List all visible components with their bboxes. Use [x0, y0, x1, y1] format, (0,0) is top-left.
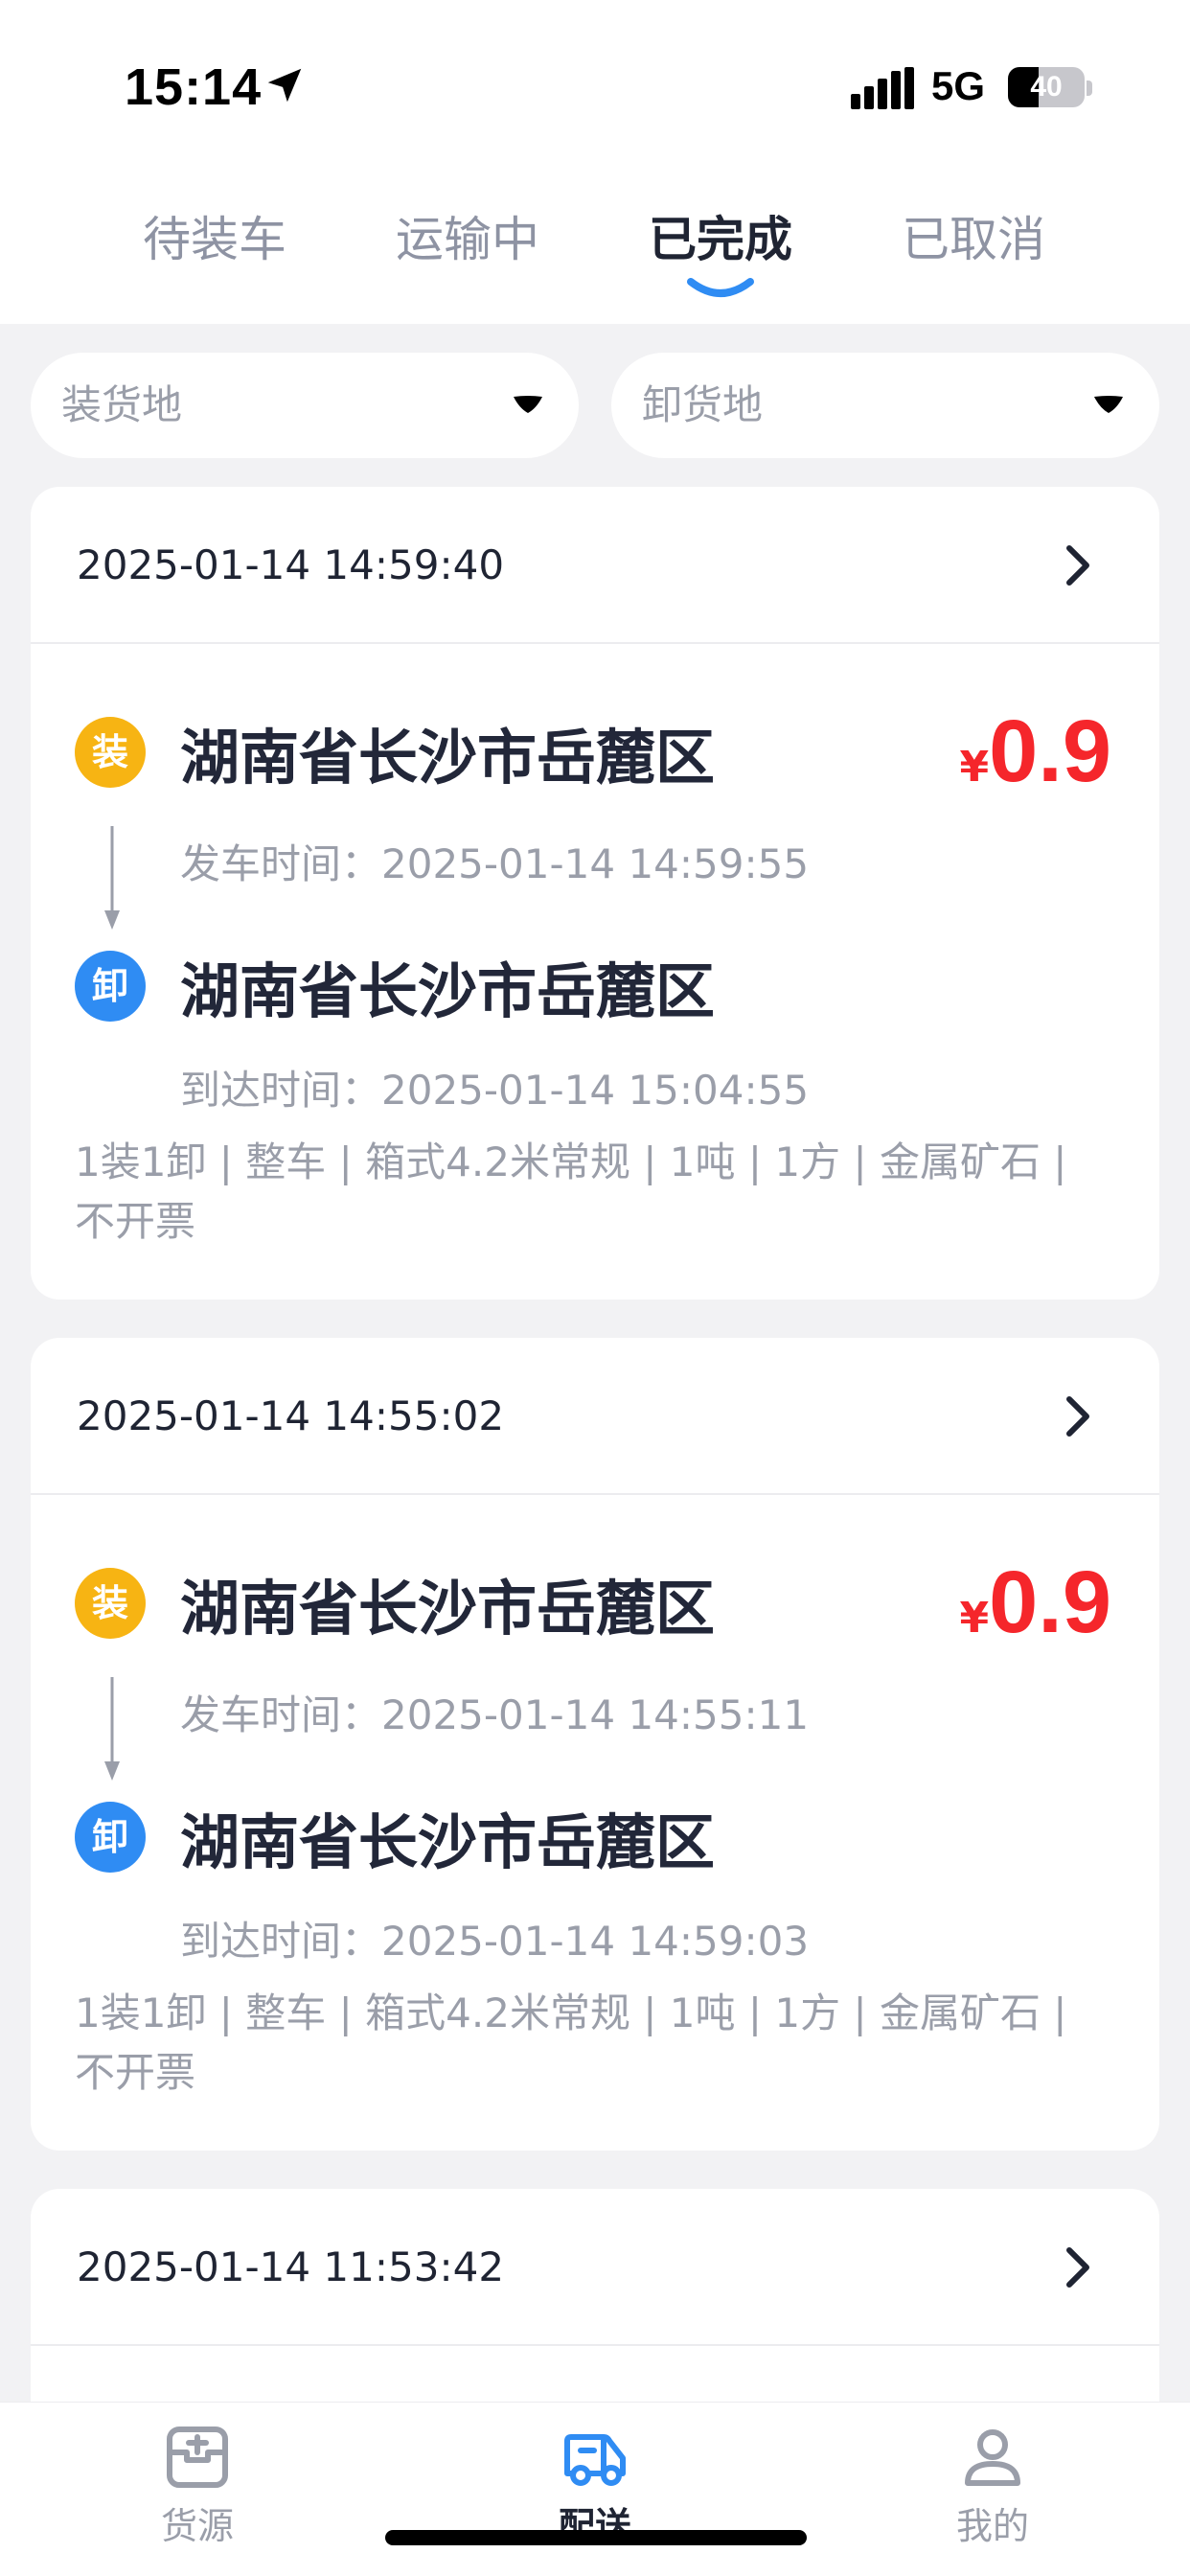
- price-value: 0.9: [989, 702, 1111, 800]
- tab-in-transit[interactable]: 运输中: [353, 201, 583, 270]
- unload-place: 湖南省长沙市岳麓区: [180, 1807, 716, 1877]
- arrive-time-label: 到达时间：: [180, 1918, 382, 1965]
- load-place-label: 装货地: [61, 381, 183, 428]
- currency-symbol: ¥: [959, 1594, 990, 1643]
- unload-badge: 卸: [75, 1802, 146, 1873]
- arrive-time-value: 2025-01-14 15:04:55: [381, 1067, 810, 1114]
- status-time: 15:14: [125, 58, 263, 116]
- caret-down-icon: [514, 396, 542, 413]
- order-card-body: 装 湖南省长沙市岳麓区 ¥0.9 发车时间：2025-01-14 14:59:5…: [31, 644, 1159, 1298]
- order-price: ¥0.9: [959, 1552, 1111, 1653]
- caret-down-icon: [1094, 396, 1123, 413]
- tab-completed[interactable]: 已完成: [606, 201, 835, 270]
- unload-place-filter[interactable]: 卸货地: [611, 353, 1159, 458]
- order-datetime: 2025-01-14 11:53:42: [77, 2243, 505, 2290]
- order-datetime: 2025-01-14 14:55:02: [77, 1392, 505, 1439]
- load-place: 湖南省长沙市岳麓区: [180, 723, 716, 793]
- arrive-time-value: 2025-01-14 14:59:03: [381, 1918, 810, 1965]
- order-card-header[interactable]: 2025-01-14 14:55:02: [31, 1338, 1159, 1495]
- signal-icon: [851, 67, 914, 109]
- location-arrow-icon: [267, 68, 302, 103]
- nav-label-profile: 我的: [955, 2505, 1029, 2547]
- order-datetime: 2025-01-14 14:59:40: [77, 541, 505, 588]
- chevron-right-icon[interactable]: [1064, 542, 1092, 588]
- order-card[interactable]: 2025-01-14 11:53:42: [31, 2189, 1159, 2438]
- chevron-right-icon[interactable]: [1064, 2244, 1092, 2290]
- load-badge: 装: [75, 1568, 146, 1639]
- active-tab-indicator: [687, 278, 754, 297]
- chevron-right-icon[interactable]: [1064, 1393, 1092, 1439]
- battery-level: 40: [1030, 71, 1063, 103]
- currency-symbol: ¥: [959, 743, 990, 792]
- order-card[interactable]: 2025-01-14 14:59:40 装 湖南省长沙市岳麓区 ¥0.9 发车时…: [31, 487, 1159, 1300]
- unload-place-label: 卸货地: [642, 381, 764, 428]
- nav-label-cargo: 货源: [160, 2505, 234, 2547]
- cargo-box-icon: [167, 2426, 228, 2488]
- order-specs: 1装1卸 | 整车 | 箱式4.2米常规 | 1吨 | 1方 | 金属矿石 | …: [75, 1990, 1067, 2096]
- nav-item-profile[interactable]: 我的: [897, 2424, 1088, 2549]
- filter-bar: 装货地 卸货地: [0, 324, 1190, 468]
- depart-time-row: 发车时间：2025-01-14 14:59:55: [180, 832, 809, 890]
- nav-item-cargo[interactable]: 货源: [102, 2424, 293, 2549]
- battery-icon: 40: [1008, 67, 1085, 107]
- home-indicator[interactable]: [385, 2530, 807, 2545]
- profile-icon: [965, 2429, 1020, 2486]
- order-price: ¥0.9: [959, 702, 1111, 802]
- order-card-body: 装 湖南省长沙市岳麓区 ¥0.9 发车时间：2025-01-14 14:55:1…: [31, 1495, 1159, 2149]
- arrive-time-label: 到达时间：: [180, 1067, 382, 1114]
- price-value: 0.9: [989, 1553, 1111, 1651]
- status-bar: 15:14 5G 40: [0, 0, 1190, 172]
- network-label: 5G: [931, 63, 986, 108]
- load-place: 湖南省长沙市岳麓区: [180, 1574, 716, 1644]
- depart-time-label: 发车时间：: [180, 1691, 382, 1738]
- arrive-time-row: 到达时间：2025-01-14 14:59:03: [180, 1909, 809, 1967]
- route-arrow-icon: [104, 826, 120, 930]
- tab-pending-loading[interactable]: 待装车: [100, 201, 330, 270]
- battery-tip: [1087, 80, 1092, 96]
- status-tabs: 待装车 运输中 已完成 已取消: [0, 172, 1190, 324]
- order-card-header[interactable]: 2025-01-14 14:59:40: [31, 487, 1159, 644]
- load-place-filter[interactable]: 装货地: [31, 353, 579, 458]
- load-badge: 装: [75, 717, 146, 788]
- depart-time-row: 发车时间：2025-01-14 14:55:11: [180, 1683, 809, 1741]
- order-card[interactable]: 2025-01-14 14:55:02 装 湖南省长沙市岳麓区 ¥0.9 发车时…: [31, 1338, 1159, 2150]
- depart-time-value: 2025-01-14 14:59:55: [381, 840, 810, 887]
- delivery-truck-icon: [564, 2434, 626, 2486]
- depart-time-value: 2025-01-14 14:55:11: [381, 1691, 810, 1738]
- order-specs: 1装1卸 | 整车 | 箱式4.2米常规 | 1吨 | 1方 | 金属矿石 | …: [75, 1138, 1067, 1245]
- arrive-time-row: 到达时间：2025-01-14 15:04:55: [180, 1058, 809, 1116]
- tab-cancelled[interactable]: 已取消: [858, 201, 1088, 270]
- depart-time-label: 发车时间：: [180, 840, 382, 887]
- route-arrow-icon: [104, 1677, 120, 1781]
- bottom-nav: 货源 配送 我的: [0, 2402, 1190, 2576]
- unload-place: 湖南省长沙市岳麓区: [180, 956, 716, 1026]
- unload-badge: 卸: [75, 951, 146, 1022]
- order-card-header[interactable]: 2025-01-14 11:53:42: [31, 2189, 1159, 2346]
